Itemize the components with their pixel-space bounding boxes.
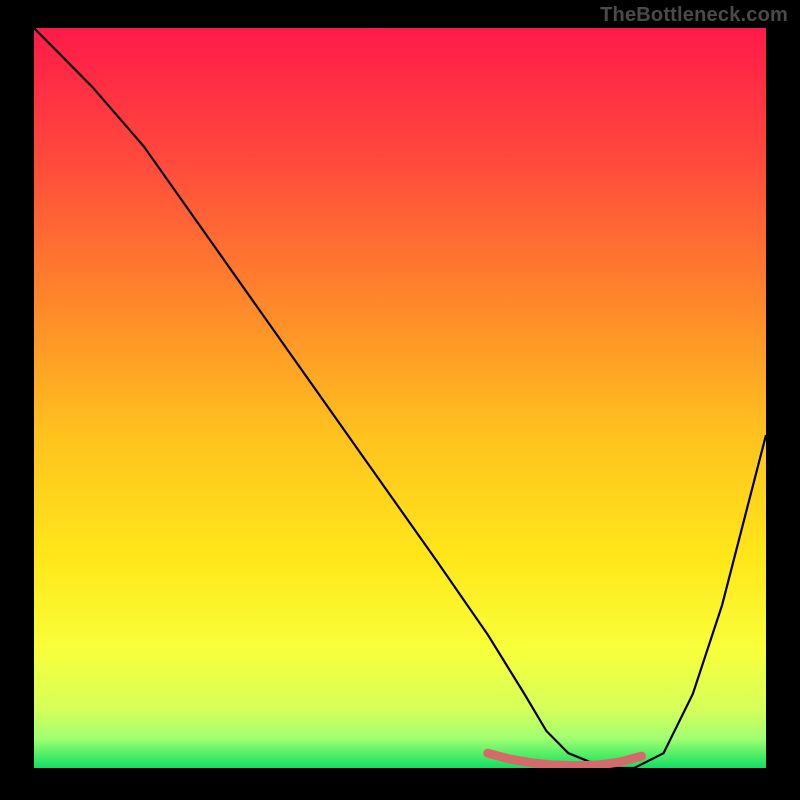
watermark-text: TheBottleneck.com (600, 4, 788, 27)
gradient-background (34, 28, 766, 768)
chart-container: TheBottleneck.com (0, 0, 800, 800)
chart-svg (34, 28, 766, 768)
plot-area (34, 28, 766, 768)
